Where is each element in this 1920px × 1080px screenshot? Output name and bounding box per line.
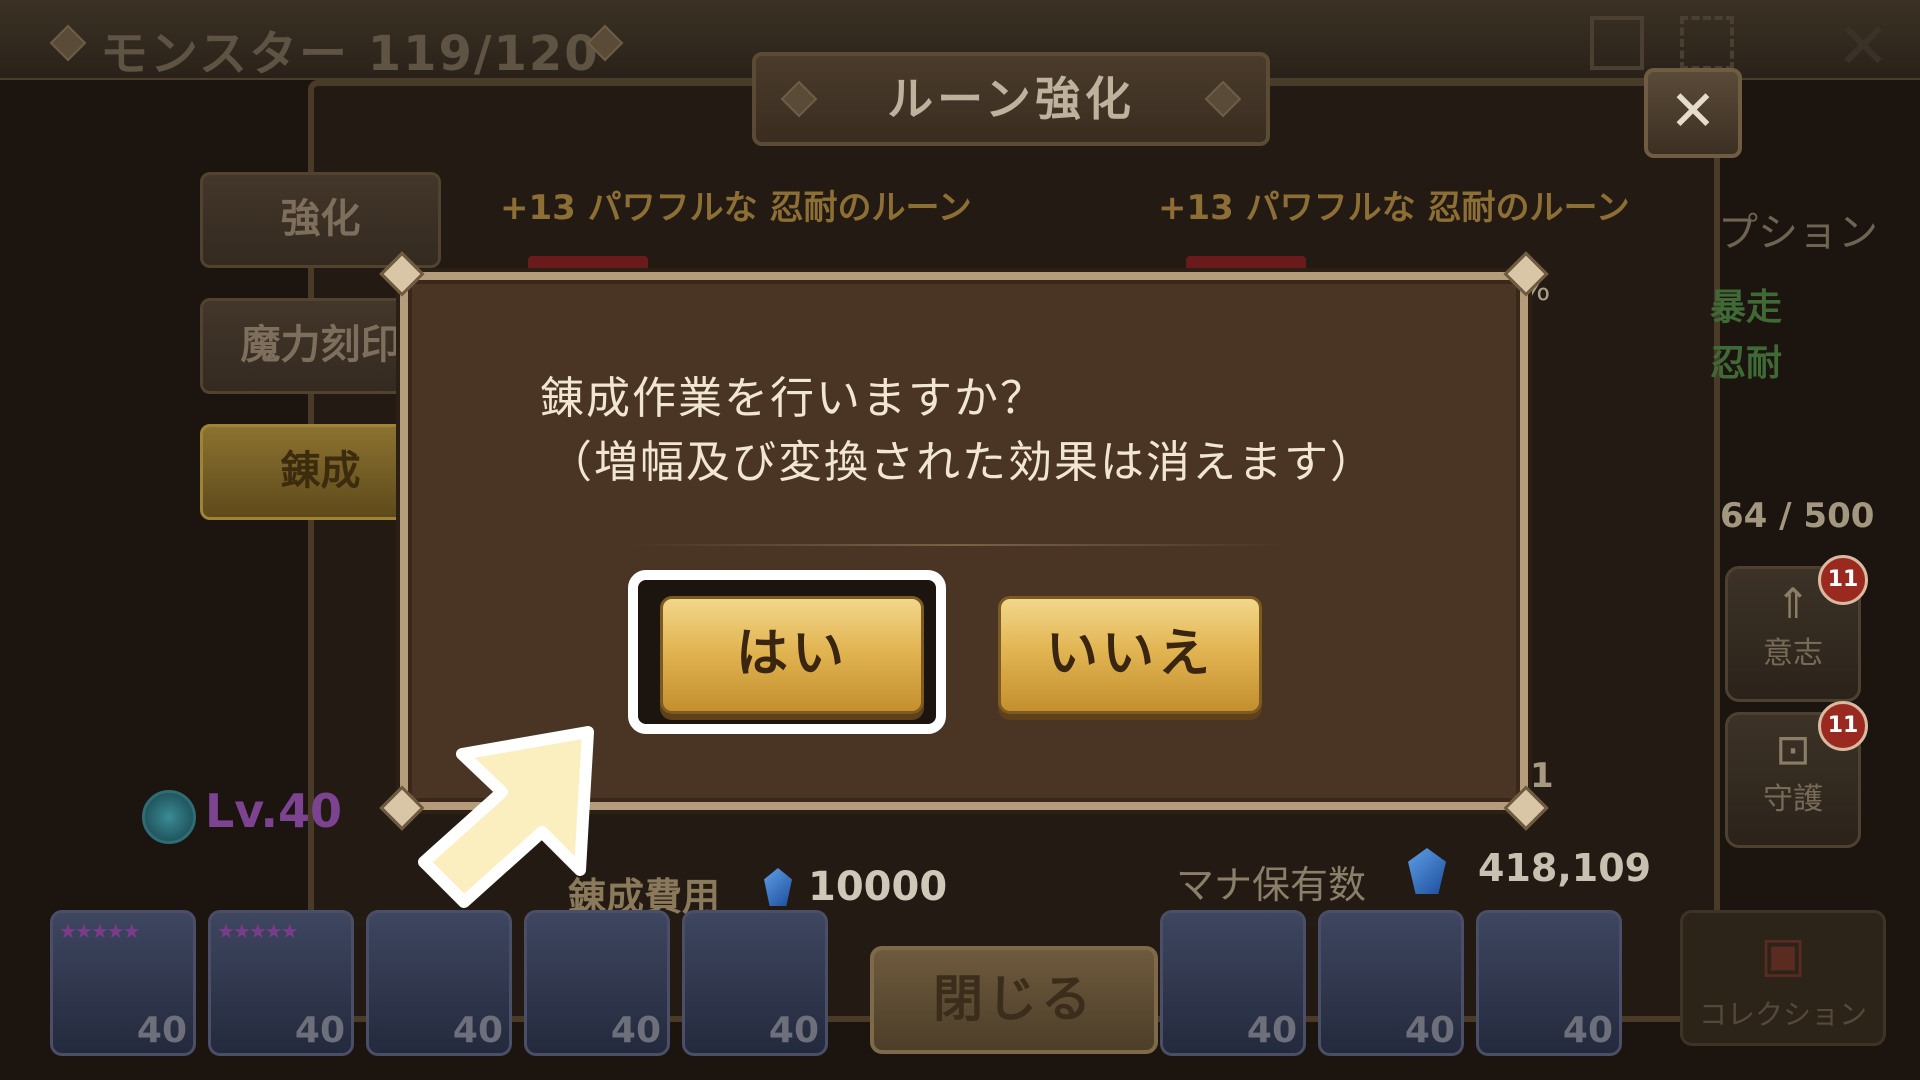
guard-label: 守護 <box>1763 782 1823 817</box>
will-button[interactable]: ⇑ 意志 11 <box>1725 555 1868 702</box>
progress-count: 64 / 500 <box>1720 496 1875 536</box>
monster-slot-level: 40 <box>768 1010 819 1051</box>
reforge-cost-value: 10000 <box>808 864 948 910</box>
mana-owned-label: マナ保有数 <box>1176 863 1367 907</box>
rune-name-after: +13 パワフルな 忍耐のルーン <box>1158 188 1630 228</box>
monster-slot[interactable]: 40 <box>366 910 512 1056</box>
yes-button[interactable]: はい <box>660 596 924 714</box>
grid-icon[interactable] <box>1680 16 1734 70</box>
monster-slot-level: 40 <box>136 1010 187 1051</box>
monster-slot-level: 40 <box>610 1010 661 1051</box>
dialog-question: 錬成作業を行いますか？ <box>540 373 1046 424</box>
swirl-icon <box>142 790 196 844</box>
diamond-ornament-icon <box>49 24 87 62</box>
close-icon[interactable]: ✕ <box>1836 10 1890 84</box>
notification-badge: 11 <box>1818 555 1868 605</box>
dialog-warning: （増幅及び変換された効果は消えます） <box>548 437 1376 488</box>
monster-slot[interactable]: 40 <box>682 910 828 1056</box>
monster-level: Lv.40 <box>205 784 343 838</box>
diamond-ornament-icon <box>1204 80 1242 118</box>
options-header: プション <box>1718 210 1878 256</box>
monster-slot-level: 40 <box>1562 1010 1613 1051</box>
monster-count-title: モンスター 119/120 <box>100 26 600 82</box>
monster-slot[interactable]: 40 <box>1160 910 1306 1056</box>
star-rating: ★★★★★ <box>59 919 141 943</box>
monster-slot-level: 40 <box>452 1010 503 1051</box>
diamond-ornament-icon <box>780 80 818 118</box>
monster-slot-level: 40 <box>1404 1010 1455 1051</box>
panel-close-button[interactable]: ✕ <box>1644 68 1742 158</box>
mana-owned-value: 418,109 <box>1478 846 1652 890</box>
no-button[interactable]: いいえ <box>998 596 1262 714</box>
monster-slot-level: 40 <box>294 1010 345 1051</box>
monster-slot[interactable]: ★★★★★ 40 <box>50 910 196 1056</box>
will-label: 意志 <box>1763 636 1823 671</box>
dialog-divider <box>628 544 1288 546</box>
guard-button[interactable]: ⊡ 守護 11 <box>1725 701 1868 848</box>
monster-slot[interactable]: 40 <box>1476 910 1622 1056</box>
monster-slot[interactable]: ★★★★★ 40 <box>208 910 354 1056</box>
option-endure: 忍耐 <box>1710 343 1783 384</box>
monster-slot[interactable]: 40 <box>1318 910 1464 1056</box>
rune-panel-title: ルーン強化 <box>887 72 1135 126</box>
collection-button[interactable]: ▣ コレクション <box>1680 910 1886 1046</box>
notification-badge: 11 <box>1818 701 1868 751</box>
layout-icon[interactable] <box>1590 16 1644 70</box>
star-rating: ★★★★★ <box>217 919 299 943</box>
monster-slot-level: 40 <box>1246 1010 1297 1051</box>
slot-number: 1 <box>1530 756 1554 796</box>
option-violent: 暴走 <box>1710 287 1783 328</box>
rune-stars <box>1186 256 1306 272</box>
rune-name-before: +13 パワフルな 忍耐のルーン <box>500 188 972 228</box>
monster-slot[interactable]: 40 <box>524 910 670 1056</box>
rune-panel-header: ルーン強化 <box>752 52 1270 146</box>
rune-stars <box>528 256 648 272</box>
collection-icon: ▣ <box>1760 927 1806 983</box>
pointer-arrow-icon <box>418 726 594 908</box>
close-button[interactable]: 閉じる <box>870 946 1158 1054</box>
collection-label: コレクション <box>1698 998 1867 1031</box>
